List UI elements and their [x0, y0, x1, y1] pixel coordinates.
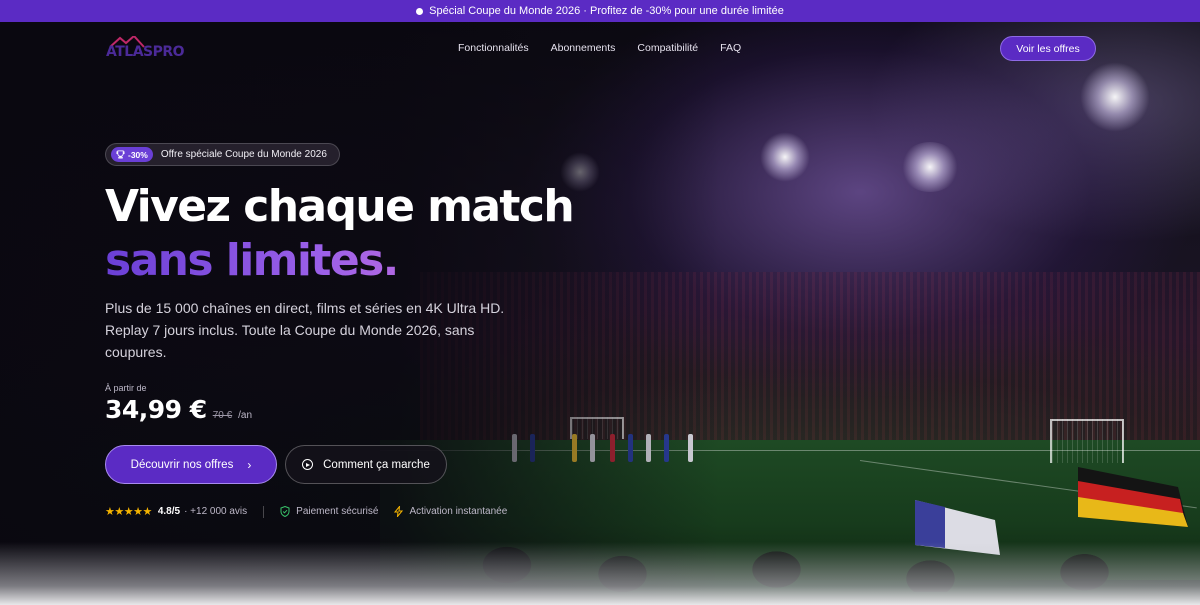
instant-activation-label: Activation instantanée	[409, 506, 508, 517]
headline-line-1: Vivez chaque match	[105, 181, 575, 232]
offer-badge: -30% Offre spéciale Coupe du Monde 2026	[105, 143, 340, 166]
badge-text: Offre spéciale Coupe du Monde 2026	[160, 149, 327, 160]
floodlight	[760, 132, 810, 182]
promo-text: Spécial Coupe du Monde 2026 · Profitez d…	[429, 5, 784, 17]
hero-subtext: Plus de 15 000 chaînes en direct, films …	[105, 300, 505, 360]
headline-line-2: sans limites.	[105, 234, 573, 288]
nav-link-faq[interactable]: FAQ	[720, 42, 741, 54]
flag-germany	[1078, 467, 1188, 527]
rating-value: 4.8/5	[157, 506, 181, 517]
secure-payment-label: Paiement sécurisé	[296, 506, 379, 517]
secure-payment: Paiement sécurisé	[280, 506, 378, 517]
nav-link-features[interactable]: Fonctionnalités	[458, 42, 529, 54]
play-circle-icon	[302, 459, 314, 470]
goal-net	[1050, 419, 1124, 463]
instant-activation: Activation instantanée	[394, 506, 507, 517]
view-offers-button[interactable]: Voir les offres	[1000, 36, 1096, 61]
lightning-icon	[394, 506, 404, 517]
review-count: · +12 000 avis	[184, 506, 248, 517]
divider	[263, 505, 265, 518]
price-old: 70 €	[212, 410, 233, 421]
chevron-right-icon: ›	[247, 457, 252, 472]
hero-headline: Vivez chaque match sans limites.	[105, 180, 575, 288]
nav-link-subscriptions[interactable]: Abonnements	[551, 42, 616, 54]
logo-text: ATLASPRO	[106, 44, 185, 60]
sun-dot-icon	[416, 7, 424, 15]
nav-links: Fonctionnalités Abonnements Compatibilit…	[458, 42, 741, 54]
bottom-fade	[0, 542, 1200, 605]
discount-pill: -30%	[111, 147, 153, 162]
rating-stars: ★★★★★	[105, 506, 152, 518]
how-it-works-button[interactable]: Comment ça marche	[285, 445, 447, 484]
how-it-works-label: Comment ça marche	[323, 458, 430, 471]
discover-offers-label: Découvrir nos offres	[130, 458, 234, 471]
price-row: 34,99 € 70 € /an	[105, 395, 252, 424]
nav-link-compatibility[interactable]: Compatibilité	[637, 42, 698, 54]
shield-check-icon	[280, 506, 290, 517]
top-nav: ATLASPRO Fonctionnalités Abonnements Com…	[0, 22, 1200, 74]
trust-bar: ★★★★★ 4.8/5 · +12 000 avis Paiement sécu…	[105, 505, 507, 518]
logo[interactable]: ATLASPRO	[106, 36, 192, 62]
trophy-icon	[116, 150, 125, 159]
price-main: 34,99 €	[105, 395, 207, 424]
promo-banner: Spécial Coupe du Monde 2026 · Profitez d…	[0, 0, 1200, 22]
discover-offers-button[interactable]: Découvrir nos offres ›	[105, 445, 277, 484]
price-unit: /an	[238, 410, 253, 421]
floodlight	[900, 142, 960, 192]
discount-text: -30%	[128, 149, 148, 160]
price-label: À partir de	[105, 383, 147, 393]
